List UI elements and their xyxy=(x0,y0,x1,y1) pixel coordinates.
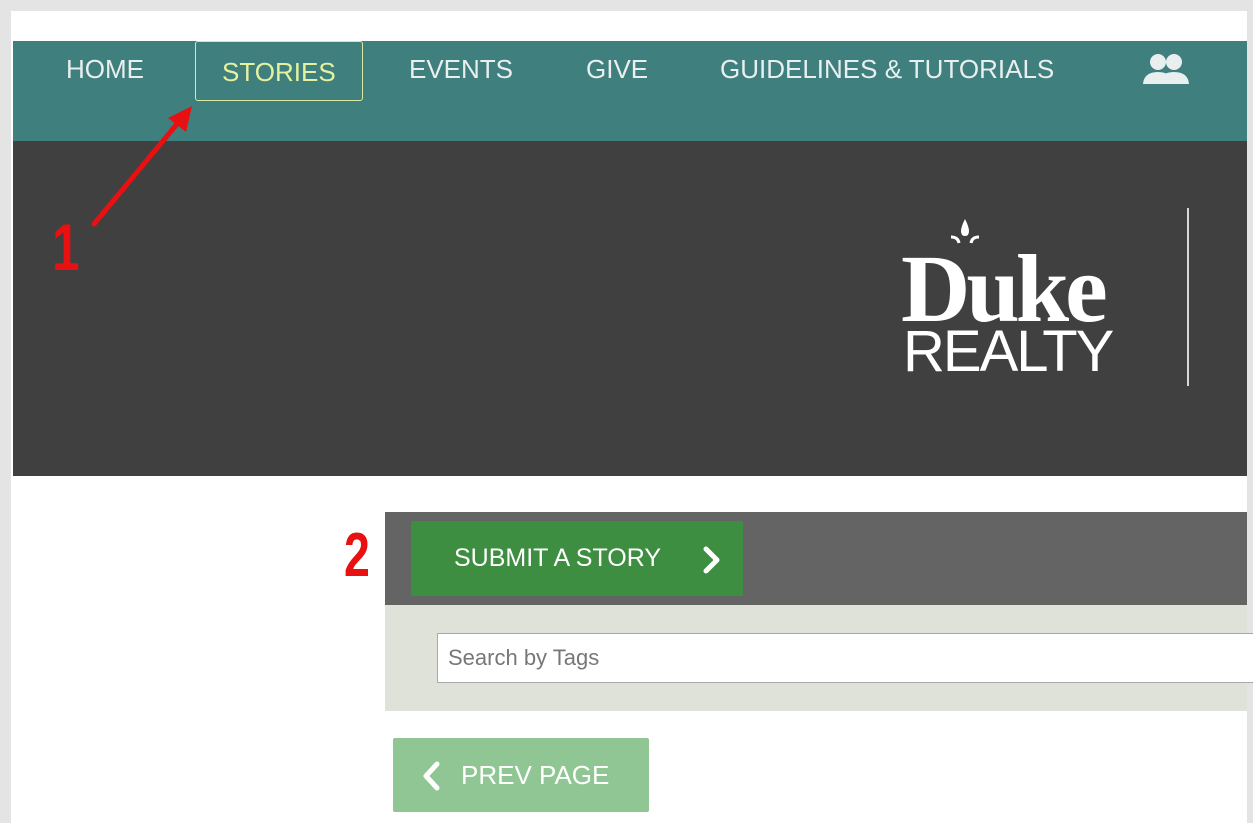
annotation-step-2: 2 xyxy=(344,521,370,590)
prev-page-button[interactable]: PREV PAGE xyxy=(393,738,649,812)
chevron-left-icon xyxy=(423,761,440,791)
chevron-right-icon xyxy=(703,546,720,574)
nav-item-give[interactable]: GIVE xyxy=(586,53,648,85)
prev-page-label: PREV PAGE xyxy=(461,760,610,790)
annotation-step-1: 1 xyxy=(52,210,80,284)
search-tags-input[interactable] xyxy=(437,633,1253,683)
submit-story-button[interactable]: SUBMIT A STORY xyxy=(411,521,743,596)
annotation-arrow xyxy=(91,106,192,227)
search-bar xyxy=(385,605,1253,711)
submit-story-label: SUBMIT A STORY xyxy=(454,544,662,572)
stories-toolbar: SUBMIT A STORY xyxy=(385,512,1247,605)
nav-item-events[interactable]: EVENTS xyxy=(409,53,513,85)
banner-divider xyxy=(1187,208,1189,386)
nav-item-home[interactable]: HOME xyxy=(66,53,144,85)
logo-text-realty: REALTY xyxy=(903,319,1114,384)
people-icon[interactable] xyxy=(1141,51,1191,91)
duke-realty-logo[interactable]: Duke REALTY xyxy=(901,217,1131,382)
nav-item-stories[interactable]: STORIES xyxy=(195,41,363,101)
nav-item-guidelines-tutorials[interactable]: GUIDELINES & TUTORIALS xyxy=(720,53,1054,85)
